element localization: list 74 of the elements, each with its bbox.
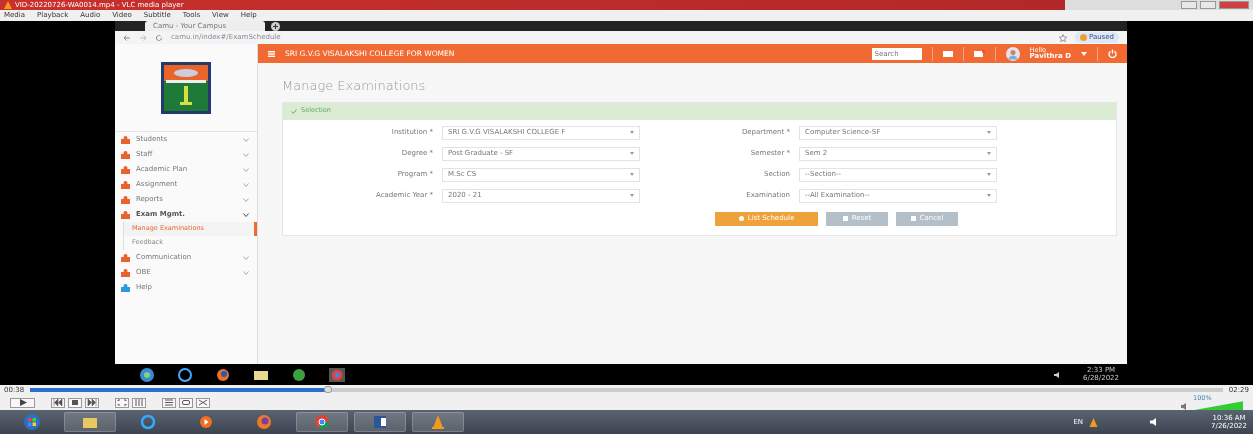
menu-item-icon (121, 150, 130, 159)
start-orb-icon[interactable] (139, 367, 155, 382)
avatar-icon (1079, 34, 1087, 41)
next-icon (87, 399, 97, 406)
caret-icon (630, 194, 634, 197)
avatar-icon (1005, 46, 1020, 61)
document-icon (371, 413, 389, 431)
menu-item-icon (121, 210, 130, 219)
check-icon (291, 108, 297, 114)
chevron-icon (243, 152, 249, 157)
taskbar-button[interactable] (64, 412, 116, 432)
caret-icon (630, 152, 634, 155)
chevron-icon (243, 197, 249, 202)
caret-icon (987, 131, 991, 134)
speaker-icon[interactable] (1054, 371, 1062, 378)
shuffle-icon (198, 399, 208, 406)
page-title: Manage Examinations (281, 77, 427, 95)
menu-item-icon (121, 135, 130, 144)
menu-item-icon (121, 180, 130, 189)
circle-icon (738, 216, 744, 221)
crest-drawing (161, 61, 211, 114)
menu-item-icon (121, 165, 130, 174)
play-icon (17, 399, 28, 406)
previous-button[interactable] (51, 397, 65, 408)
chrome-icon[interactable] (329, 367, 345, 382)
play-button[interactable] (10, 397, 35, 408)
minimize-button[interactable] (1181, 1, 1197, 9)
chrome-icon (313, 413, 331, 431)
chevron-icon (243, 212, 249, 217)
cone-icon[interactable] (1089, 417, 1099, 427)
power-icon[interactable] (1108, 49, 1117, 58)
seek-bar[interactable] (30, 388, 1223, 392)
round-app-icon[interactable] (291, 367, 307, 382)
chevron-icon (243, 270, 249, 275)
fullscreen-icon (117, 399, 127, 406)
playlist-button[interactable] (162, 397, 176, 408)
taskbar-button[interactable] (354, 412, 406, 432)
stop-button[interactable] (68, 397, 82, 408)
reload-icon[interactable] (155, 33, 163, 42)
equalizer-icon (134, 399, 144, 406)
caret-icon (630, 173, 634, 176)
menu-item-icon (121, 268, 130, 277)
caret-icon (987, 152, 991, 155)
seek-handle[interactable] (324, 386, 333, 393)
maximize-button[interactable] (1200, 1, 1216, 9)
menu-item-icon (121, 195, 130, 204)
shuffle-button[interactable] (196, 397, 210, 408)
loop-button[interactable] (179, 397, 193, 408)
fullscreen-button[interactable] (115, 397, 129, 408)
equalizer-button[interactable] (132, 397, 146, 408)
chevron-icon (243, 167, 249, 172)
star-icon[interactable] (1058, 33, 1067, 42)
menu-icon[interactable] (268, 50, 275, 57)
start-orb-icon (23, 413, 41, 431)
mail-icon[interactable] (973, 50, 985, 57)
caret-icon[interactable] (1081, 51, 1087, 56)
chevron-icon (243, 137, 249, 142)
caret-icon (987, 194, 991, 197)
next-button[interactable] (85, 397, 99, 408)
cone-icon (429, 413, 447, 431)
playlist-icon (164, 399, 174, 406)
card-icon[interactable] (942, 50, 953, 57)
previous-icon (53, 399, 63, 406)
loop-icon (181, 399, 191, 406)
play-icon (197, 413, 215, 431)
menu-item-icon (121, 253, 130, 262)
chevron-icon (243, 255, 249, 260)
plus-icon[interactable] (271, 21, 280, 31)
back-icon[interactable] (123, 33, 131, 42)
caret-icon (630, 131, 634, 134)
caret-icon (987, 173, 991, 176)
menu-item-icon (121, 283, 130, 292)
chevron-icon (243, 182, 249, 187)
stop-icon (70, 399, 80, 406)
